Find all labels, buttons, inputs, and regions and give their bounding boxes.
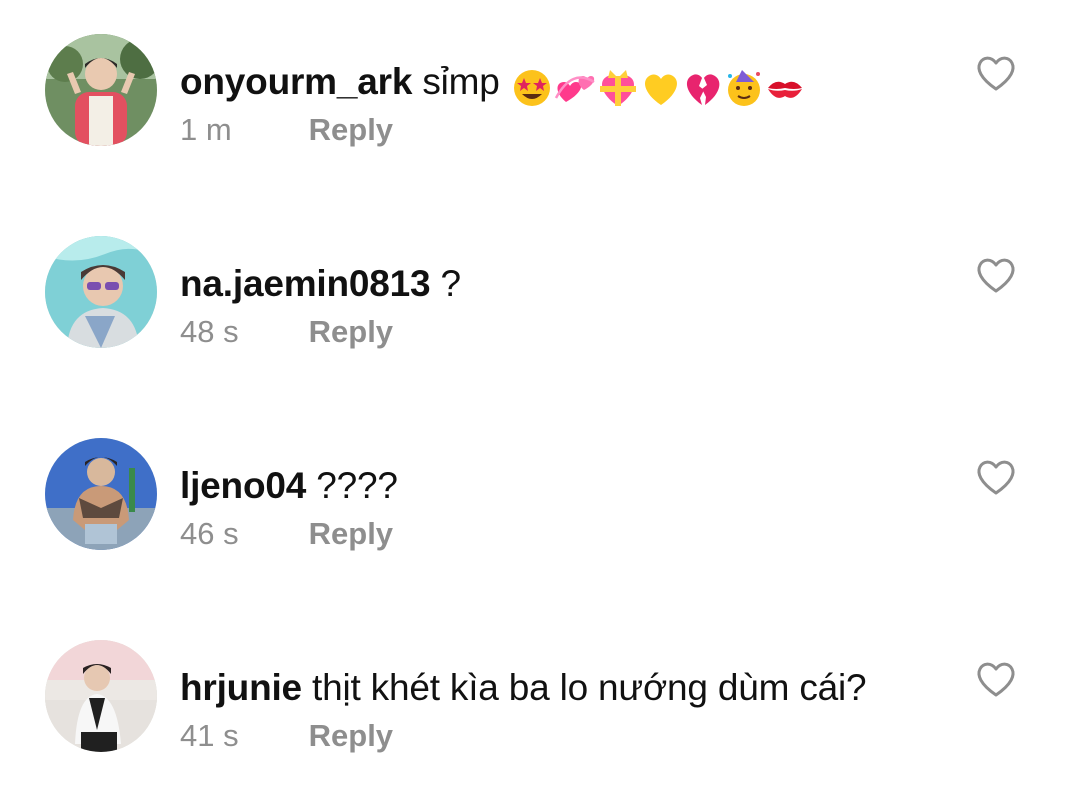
like-button[interactable] — [975, 660, 1017, 698]
comment-meta: 46 s Reply — [180, 514, 393, 554]
avatar[interactable] — [45, 236, 157, 348]
reply-button[interactable]: Reply — [309, 112, 393, 147]
comment-username[interactable]: na.jaemin0813 — [180, 263, 431, 304]
heart-outline-icon — [977, 460, 1015, 495]
avatar[interactable] — [45, 640, 157, 752]
heart-outline-icon — [977, 56, 1015, 91]
reply-button[interactable]: Reply — [309, 516, 393, 551]
comment-list: onyourm_ark sỉmp 1 m Reply na.jaemin0813… — [0, 0, 1080, 801]
comment-body: hrjunie thịt khét kìa ba lo nướng dùm cá… — [180, 666, 970, 710]
kiss-mark-emoji — [767, 81, 802, 99]
comment-timestamp: 48 s — [180, 314, 239, 349]
comment-body: na.jaemin0813 ? — [180, 262, 970, 306]
comment-text: ???? — [316, 465, 398, 506]
avatar-image — [45, 438, 157, 550]
comment-username[interactable]: ljeno04 — [180, 465, 306, 506]
comment-timestamp: 1 m — [180, 112, 232, 147]
like-button[interactable] — [975, 256, 1017, 294]
comment-body: onyourm_ark sỉmp — [180, 60, 970, 108]
broken-heart-emoji — [686, 74, 720, 106]
heart-outline-icon — [977, 662, 1015, 697]
reply-button[interactable]: Reply — [309, 314, 393, 349]
comment-text: sỉmp — [422, 61, 500, 102]
comment-item: ljeno04 ???? 46 s Reply — [0, 438, 1080, 588]
like-button[interactable] — [975, 458, 1017, 496]
comment-meta: 1 m Reply — [180, 110, 393, 150]
revolving-hearts-emoji — [554, 76, 595, 103]
avatar[interactable] — [45, 438, 157, 550]
emoji-group — [512, 64, 806, 108]
comment-timestamp: 41 s — [180, 718, 239, 753]
avatar-image — [45, 640, 157, 752]
comment-text: thịt khét kìa ba lo nướng dùm cái? — [312, 667, 867, 708]
avatar-image — [45, 34, 157, 146]
comment-text: ? — [440, 263, 461, 304]
reply-button[interactable]: Reply — [309, 718, 393, 753]
comment-meta: 48 s Reply — [180, 312, 393, 352]
comment-item: onyourm_ark sỉmp 1 m Reply — [0, 34, 1080, 184]
comment-timestamp: 46 s — [180, 516, 239, 551]
comment-item: na.jaemin0813 ? 48 s Reply — [0, 236, 1080, 386]
heart-outline-icon — [977, 258, 1015, 293]
comment-username[interactable]: onyourm_ark — [180, 61, 412, 102]
heart-with-ribbon-emoji — [599, 70, 636, 107]
yellow-heart-emoji — [644, 74, 677, 106]
partying-face-emoji — [727, 70, 760, 107]
star-struck-emoji — [513, 70, 550, 107]
comment-meta: 41 s Reply — [180, 716, 393, 756]
comment-item: hrjunie thịt khét kìa ba lo nướng dùm cá… — [0, 640, 1080, 790]
comment-body: ljeno04 ???? — [180, 464, 970, 508]
like-button[interactable] — [975, 54, 1017, 92]
comment-username[interactable]: hrjunie — [180, 667, 302, 708]
avatar-image — [45, 236, 157, 348]
avatar[interactable] — [45, 34, 157, 146]
